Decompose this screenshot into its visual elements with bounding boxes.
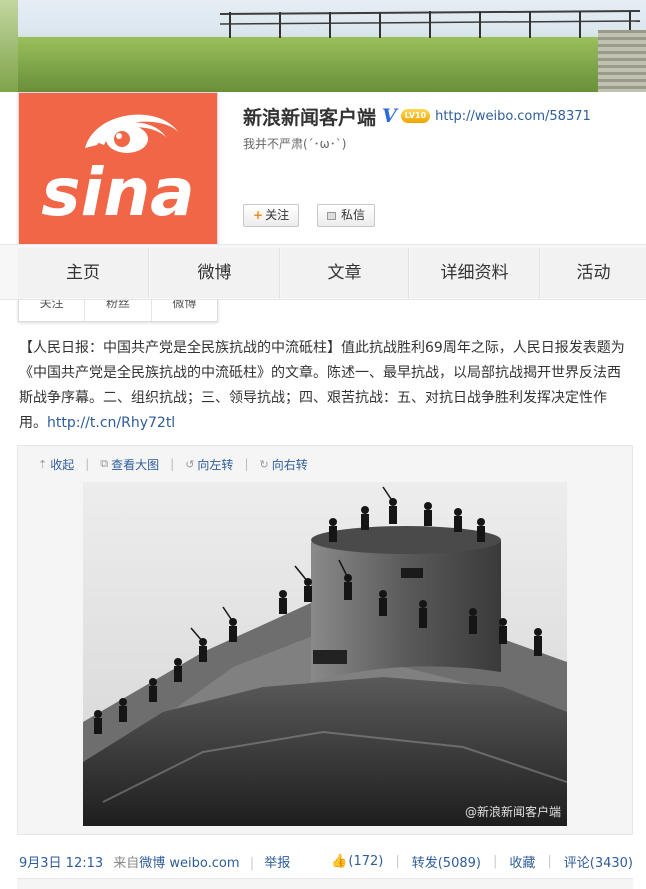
verified-icon[interactable]: V: [382, 105, 397, 127]
message-button[interactable]: 私信: [317, 204, 376, 227]
like-count: (172): [348, 854, 384, 869]
media-toolbar: ⇡ 收起 | ⧉ 查看大图 | ↺ 向左转 | ↻ 向右转: [38, 456, 308, 473]
post-text: 【人民日报：中国共产党是全民族抗战的中流砥柱】值此抗战胜利69周年之际，人民日报…: [19, 336, 631, 436]
post-actions: 👍(172) | 转发(5089) | 收藏 | 评论(3430): [331, 852, 633, 871]
message-label: 私信: [341, 208, 366, 222]
like-button[interactable]: 👍(172): [331, 854, 383, 869]
profile-nav: 主页 微博 文章 详细资料 活动: [0, 244, 646, 300]
collapse-icon: ⇡: [38, 457, 48, 471]
plus-icon: +: [253, 208, 264, 222]
tab-activities[interactable]: 活动: [541, 248, 646, 298]
post-source-link[interactable]: 微博 weibo.com: [139, 856, 239, 871]
view-large-button[interactable]: ⧉ 查看大图: [100, 456, 159, 473]
post-short-link[interactable]: http://t.cn/Rhy72tl: [47, 415, 175, 431]
rotate-right-button[interactable]: ↻ 向右转: [259, 456, 307, 473]
follow-label: 关注: [265, 208, 290, 222]
report-link[interactable]: 举报: [264, 856, 290, 871]
view-large-icon: ⧉: [100, 457, 109, 470]
forward-button[interactable]: 转发(5089): [412, 852, 481, 871]
favorite-button[interactable]: 收藏: [509, 852, 535, 871]
tab-weibo[interactable]: 微博: [150, 248, 280, 298]
photo-watermark: @新浪新闻客户端: [464, 805, 561, 819]
tab-home[interactable]: 主页: [18, 248, 149, 298]
level-badge[interactable]: LV10: [400, 109, 431, 123]
post-media: ⇡ 收起 | ⧉ 查看大图 | ↺ 向左转 | ↻ 向右转 @新浪新闻客户端: [17, 445, 633, 835]
comment-area-top: [17, 878, 633, 889]
post-time-link[interactable]: 9月3日 12:13: [19, 856, 103, 871]
follow-button[interactable]: + 关注: [243, 204, 300, 227]
message-icon: [327, 212, 336, 220]
sina-logo: sina: [41, 114, 195, 231]
profile-name-row: 新浪新闻客户端 V LV10 http://weibo.com/58371: [243, 104, 591, 129]
post-photo[interactable]: @新浪新闻客户端: [83, 482, 567, 826]
thumbs-up-icon: 👍: [331, 854, 348, 869]
user-name: 新浪新闻客户端: [243, 106, 377, 129]
from-label: 来自: [113, 856, 140, 871]
comment-button[interactable]: 评论(3430): [564, 852, 633, 871]
post-meta: 9月3日 12:13 来自微博 weibo.com | 举报: [19, 856, 291, 871]
tab-articles[interactable]: 文章: [281, 248, 409, 298]
home-url-link[interactable]: http://weibo.com/58371: [435, 109, 591, 124]
avatar[interactable]: sina: [19, 93, 217, 265]
historical-photo: [83, 482, 567, 826]
svg-text:sina: sina: [41, 154, 194, 231]
collapse-button[interactable]: ⇡ 收起: [38, 456, 74, 473]
post-footer: 9月3日 12:13 来自微博 weibo.com | 举报 👍(172) | …: [19, 852, 633, 872]
profile-cover-image: [0, 0, 646, 92]
fence-illustration: [220, 10, 640, 38]
rotate-right-icon: ↻: [259, 457, 269, 471]
rotate-left-button[interactable]: ↺ 向左转: [185, 456, 233, 473]
user-bio: 我并不严肃(´･ω･`): [243, 137, 347, 151]
tab-profile-details[interactable]: 详细资料: [410, 248, 540, 298]
rotate-left-icon: ↺: [185, 457, 195, 471]
